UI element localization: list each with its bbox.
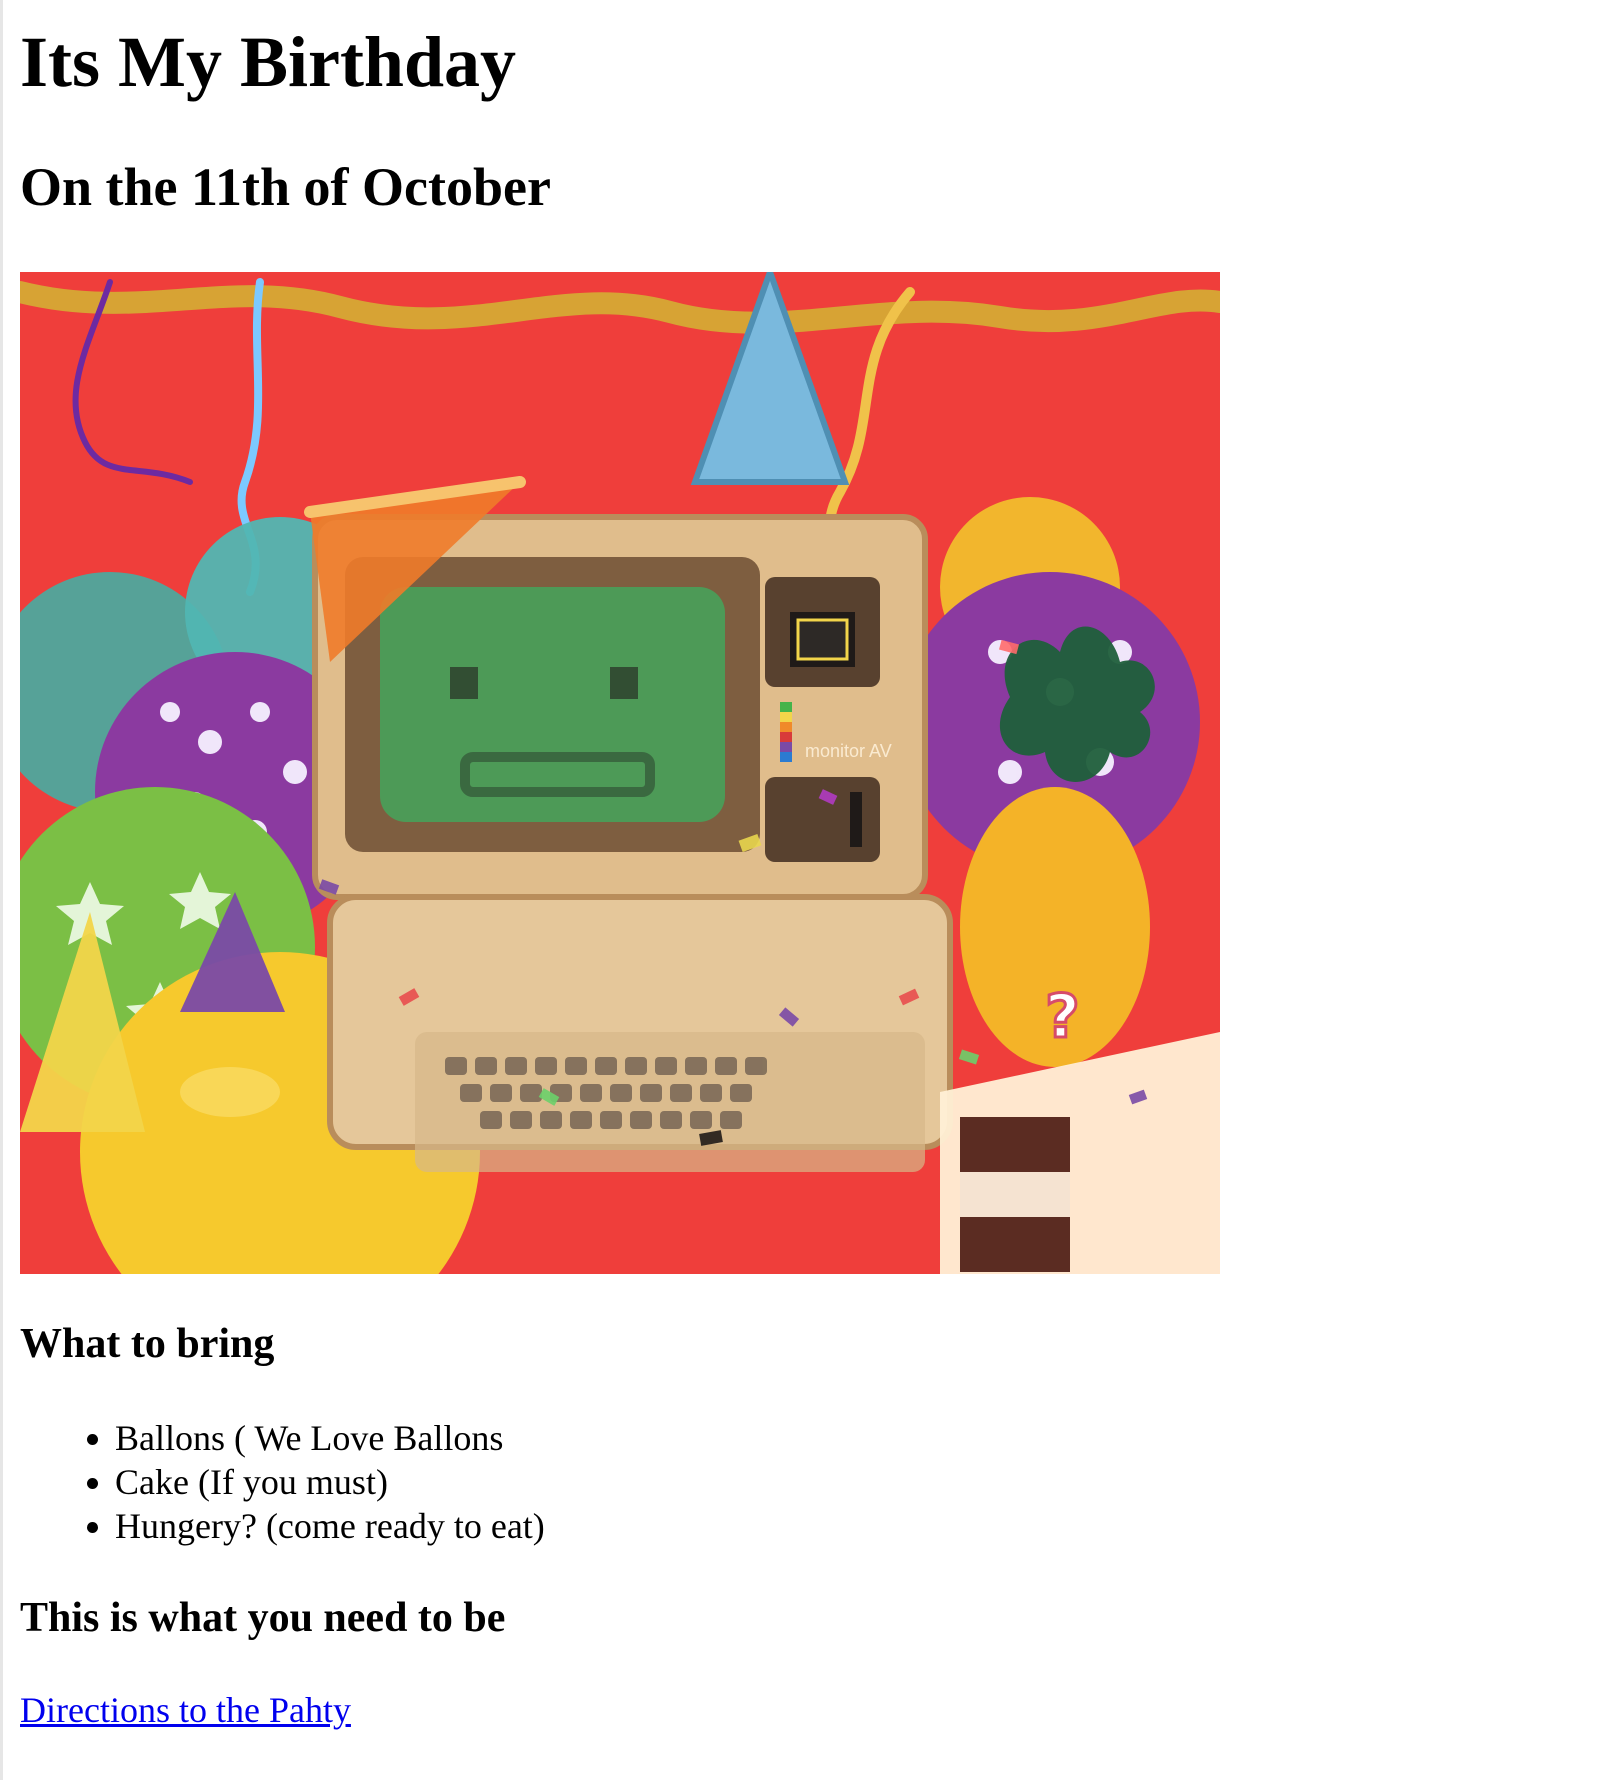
directions-link[interactable]: Directions to the Pahty	[20, 1688, 351, 1732]
page-left-edge	[0, 0, 3, 1780]
birthday-illustration: monitor AV ?	[20, 272, 1220, 1274]
balloon-highlight	[180, 1067, 280, 1117]
computer-screen-label: monitor AV	[805, 741, 892, 761]
what-to-bring-heading: What to bring	[20, 1321, 275, 1367]
bring-item-cake: Cake (If you must)	[115, 1460, 545, 1504]
page-title: Its My Birthday	[20, 22, 517, 102]
retro-computer: monitor AV	[312, 514, 953, 1172]
page: Its My Birthday On the 11th of October m…	[0, 0, 1604, 1780]
bring-item-hungry: Hungery? (come ready to eat)	[115, 1504, 545, 1548]
page-subtitle: On the 11th of October	[20, 157, 551, 217]
rainbow-logo	[780, 702, 792, 762]
what-to-bring-list: Ballons ( We Love Ballons Cake (If you m…	[20, 1416, 545, 1548]
birthday-computer-image: monitor AV ?	[20, 272, 1220, 1274]
candle-question-mark: ?	[1045, 982, 1080, 1052]
need-to-be-heading: This is what you need to be	[20, 1595, 506, 1641]
bring-item-balloons: Ballons ( We Love Ballons	[115, 1416, 545, 1460]
